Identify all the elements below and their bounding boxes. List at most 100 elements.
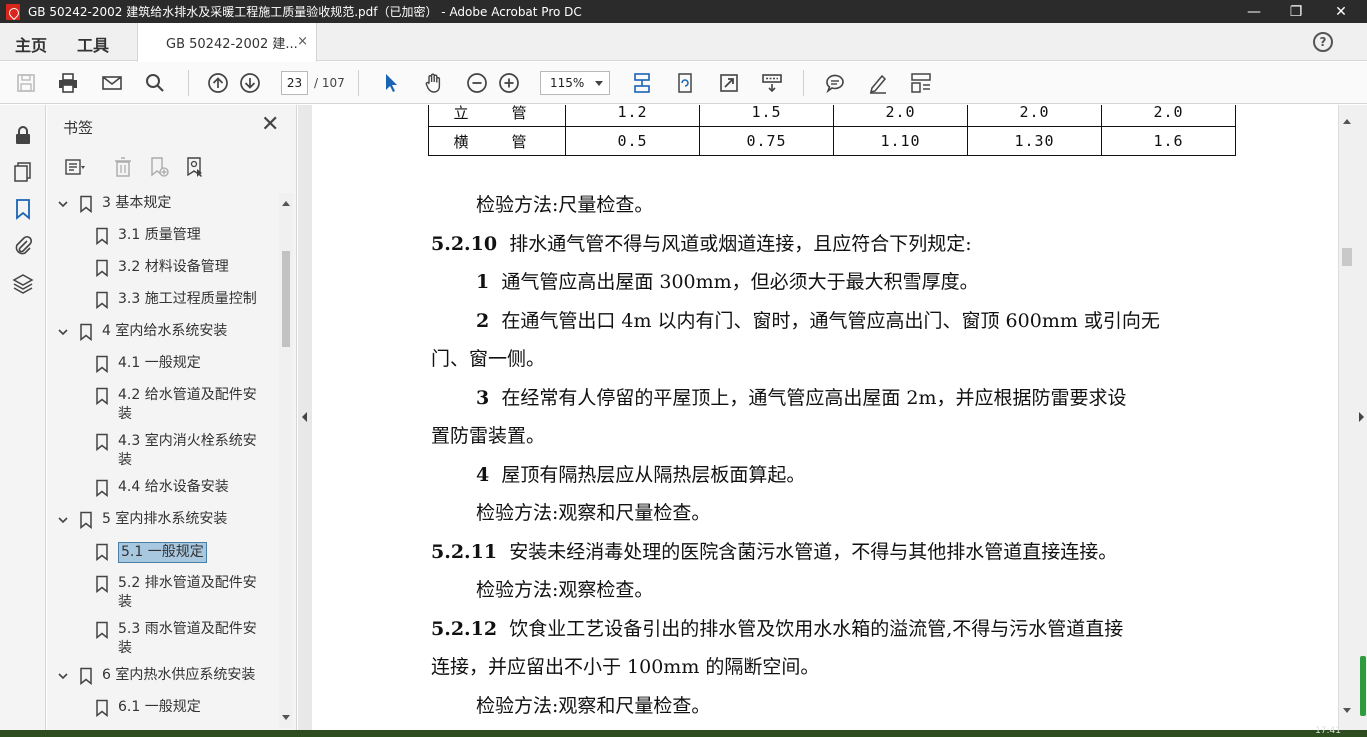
bookmark-label: 4.2 给水管道及配件安 bbox=[118, 387, 257, 403]
page-thumbnails-icon[interactable] bbox=[11, 160, 35, 184]
bookmarks-toolbar bbox=[63, 155, 293, 181]
document-tab[interactable]: GB 50242-2002 建... × bbox=[137, 23, 317, 62]
bookmark-item[interactable]: 3.1 质量管理 bbox=[47, 225, 279, 255]
bookmark-panel-icon[interactable] bbox=[11, 197, 35, 221]
collapse-left-icon bbox=[302, 412, 307, 422]
read-mode-icon[interactable] bbox=[760, 71, 784, 95]
print-icon[interactable] bbox=[56, 71, 80, 95]
hand-tool-icon[interactable] bbox=[422, 71, 446, 95]
collapse-panel-handle[interactable] bbox=[298, 105, 312, 730]
select-cursor-icon[interactable] bbox=[379, 71, 403, 95]
bookmark-item[interactable]: 3.3 施工过程质量控制 bbox=[47, 289, 279, 319]
bookmark-item[interactable]: 5.2 排水管道及配件安装 bbox=[47, 573, 279, 617]
zoom-select[interactable]: 115% bbox=[540, 71, 610, 95]
lock-icon[interactable] bbox=[11, 123, 35, 147]
search-icon[interactable] bbox=[143, 71, 167, 95]
clause-number: 5.2.10 bbox=[431, 233, 498, 255]
help-icon[interactable]: ? bbox=[1313, 32, 1333, 52]
bookmarks-title: 书签 bbox=[63, 119, 94, 137]
bookmark-label: 5 室内排水系统安装 bbox=[102, 511, 228, 527]
save-icon[interactable] bbox=[14, 71, 38, 95]
bookmark-item[interactable]: 5.1 一般规定 bbox=[47, 541, 279, 571]
previous-page-icon[interactable] bbox=[206, 71, 230, 95]
bookmark-item[interactable]: 6.1 一般规定 bbox=[47, 697, 279, 727]
close-window-button[interactable]: ✕ bbox=[1318, 0, 1364, 23]
home-menu[interactable]: 主页 bbox=[15, 32, 47, 56]
bookmark-item[interactable]: 3.2 材料设备管理 bbox=[47, 257, 279, 287]
full-screen-icon[interactable] bbox=[717, 71, 741, 95]
clause-number: 5.2.12 bbox=[431, 618, 498, 640]
bookmark-item[interactable]: 5 室内排水系统安装 bbox=[47, 509, 279, 539]
bookmark-label-continued: 装 bbox=[118, 640, 132, 656]
organize-pages-icon[interactable] bbox=[909, 71, 933, 95]
comment-icon[interactable] bbox=[823, 71, 847, 95]
scroll-down-icon[interactable] bbox=[1343, 708, 1351, 713]
bookmark-icon bbox=[80, 323, 92, 341]
clause-text: 安装未经消毒处理的医院含菌污水管道，不得与其他排水管道直接连接。 bbox=[509, 541, 1118, 563]
next-page-icon[interactable] bbox=[238, 71, 262, 95]
chevron-down-icon[interactable] bbox=[57, 514, 69, 526]
text-line: 门、窗一侧。 bbox=[431, 348, 546, 370]
find-bookmark-icon[interactable] bbox=[183, 155, 207, 179]
zoom-out-icon[interactable] bbox=[465, 71, 489, 95]
toolbar-divider bbox=[188, 70, 189, 96]
tools-menu[interactable]: 工具 bbox=[77, 32, 109, 56]
zoom-in-icon[interactable] bbox=[497, 71, 521, 95]
bookmark-label: 3.3 施工过程质量控制 bbox=[118, 291, 257, 307]
bookmark-item[interactable]: 4.1 一般规定 bbox=[47, 353, 279, 383]
text-line: 连接，并应留出不小于 100mm 的隔断空间。 bbox=[431, 656, 820, 678]
text-line: 1 通气管应高出屋面 300mm，但必须大于最大积雪厚度。 bbox=[476, 271, 979, 293]
rotate-page-icon[interactable] bbox=[673, 71, 697, 95]
table-cell: 2.0 bbox=[967, 105, 1102, 127]
table-cell: 1.6 bbox=[1101, 126, 1236, 156]
highlight-pen-icon[interactable] bbox=[866, 71, 890, 95]
taskbar-clock: 17:41 bbox=[1315, 726, 1341, 736]
text-line: 检验方法:观察检查。 bbox=[476, 579, 654, 601]
scrollbar-thumb[interactable] bbox=[1342, 248, 1352, 266]
item-number: 4 bbox=[476, 464, 490, 486]
minimize-button[interactable]: — bbox=[1231, 0, 1277, 23]
close-tab-icon[interactable]: × bbox=[297, 34, 308, 49]
bookmark-item[interactable]: 4.4 给水设备安装 bbox=[47, 477, 279, 507]
zoom-value: 115% bbox=[550, 76, 585, 90]
chevron-down-icon[interactable] bbox=[57, 326, 69, 338]
bookmark-label: 4.1 一般规定 bbox=[118, 355, 201, 371]
new-bookmark-icon[interactable] bbox=[147, 155, 171, 179]
bookmark-options-icon[interactable] bbox=[63, 155, 87, 179]
document-scrollbar[interactable] bbox=[1338, 105, 1367, 730]
bookmark-label-continued: 装 bbox=[118, 452, 132, 468]
bookmark-item[interactable]: 4.3 室内消火栓系统安装 bbox=[47, 431, 279, 475]
close-panel-icon[interactable]: ✕ bbox=[261, 114, 279, 136]
expand-right-panel-icon[interactable] bbox=[1359, 412, 1364, 422]
item-number: 3 bbox=[476, 387, 490, 409]
text-line: 2 在通气管出口 4m 以内有门、窗时，通气管应高出门、窗顶 600mm 或引向… bbox=[476, 310, 1160, 332]
scroll-up-icon[interactable] bbox=[1343, 119, 1351, 124]
bookmarks-scrollbar[interactable] bbox=[279, 193, 293, 728]
bookmark-item[interactable]: 6 室内热水供应系统安装 bbox=[47, 665, 279, 695]
document-view[interactable]: 立 管 1.2 1.5 2.0 2.0 2.0 横 管 0.5 0.75 1.1… bbox=[312, 105, 1337, 730]
bookmark-item[interactable]: 5.3 雨水管道及配件安装 bbox=[47, 619, 279, 663]
spec-table: 立 管 1.2 1.5 2.0 2.0 2.0 横 管 0.5 0.75 1.1… bbox=[428, 105, 1236, 156]
scrollbar-thumb[interactable] bbox=[282, 251, 290, 347]
text-line: 检验方法:尺量检查。 bbox=[476, 194, 654, 216]
table-row: 横 管 0.5 0.75 1.10 1.30 1.6 bbox=[428, 126, 1236, 156]
restore-button[interactable]: ❐ bbox=[1273, 0, 1319, 23]
chevron-down-icon[interactable] bbox=[57, 198, 69, 210]
chevron-down-icon[interactable] bbox=[57, 670, 69, 682]
bookmark-label: 5.2 排水管道及配件安 bbox=[118, 575, 257, 591]
bookmark-item[interactable]: 4 室内给水系统安装 bbox=[47, 321, 279, 351]
layers-icon[interactable] bbox=[11, 271, 35, 295]
scroll-down-icon[interactable] bbox=[282, 715, 290, 720]
table-cell: 1.5 bbox=[699, 105, 834, 127]
scroll-up-icon[interactable] bbox=[282, 201, 290, 206]
email-icon[interactable] bbox=[100, 71, 124, 95]
delete-bookmark-icon[interactable] bbox=[111, 155, 135, 179]
bookmark-item[interactable]: 4.2 给水管道及配件安装 bbox=[47, 385, 279, 429]
scrolling-mode-icon[interactable] bbox=[630, 71, 654, 95]
table-cell: 2.0 bbox=[1101, 105, 1236, 127]
bookmark-label: 3.1 质量管理 bbox=[118, 227, 201, 243]
attachment-icon[interactable] bbox=[11, 233, 35, 257]
table-cell: 横 管 bbox=[428, 126, 566, 156]
page-number-input[interactable]: 23 bbox=[281, 71, 308, 95]
bookmark-item[interactable]: 3 基本规定 bbox=[47, 193, 279, 223]
